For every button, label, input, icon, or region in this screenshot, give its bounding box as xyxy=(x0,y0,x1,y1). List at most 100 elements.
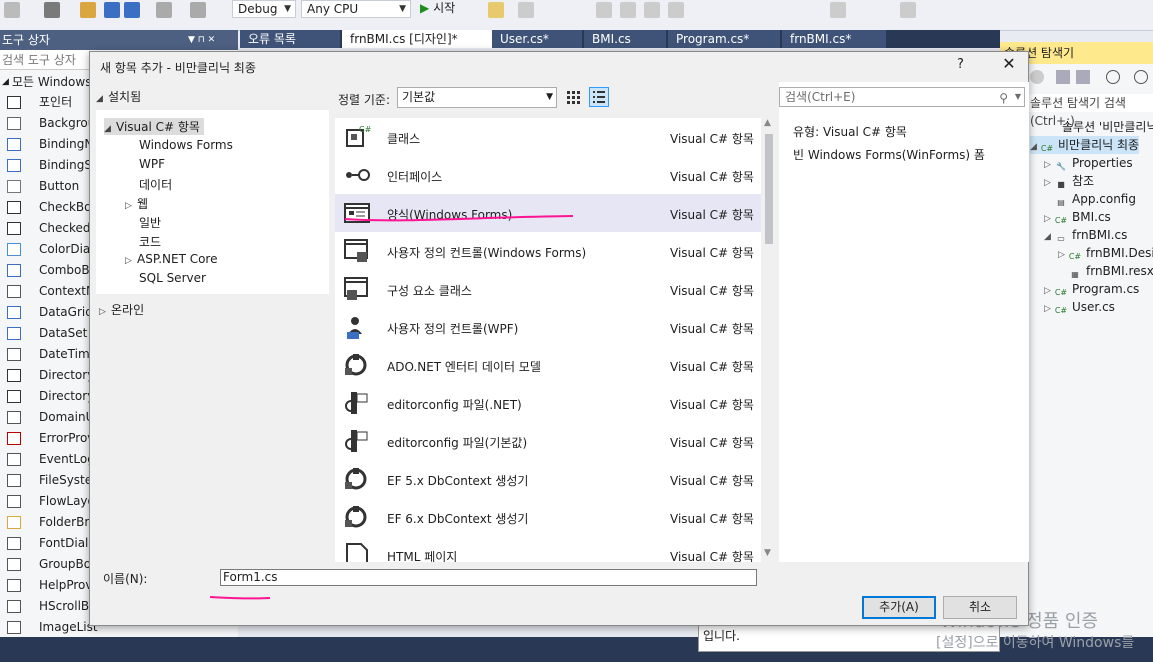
scroll-down-icon[interactable]: ▼ xyxy=(764,548,771,558)
template-type: 유형: Visual C# 항목 xyxy=(793,125,907,139)
scroll-up-icon[interactable]: ▲ xyxy=(764,118,771,128)
home-icon[interactable] xyxy=(518,2,534,18)
redo-icon[interactable] xyxy=(190,2,206,18)
tab-frnbmi-designer[interactable]: frnBMI.cs [디자인]* xyxy=(342,30,494,48)
control-icon xyxy=(7,411,21,424)
layout-icon[interactable] xyxy=(830,2,846,18)
tree-node-wpf[interactable]: WPF xyxy=(139,157,165,171)
template-row[interactable]: 구성 요소 클래스 Visual C# 항목 xyxy=(335,270,761,308)
cancel-button[interactable]: 취소 xyxy=(943,596,1017,619)
template-row[interactable]: HTML 페이지 Visual C# 항목 xyxy=(335,536,761,562)
csharp-file-icon: C# xyxy=(1054,306,1068,315)
template-row[interactable]: EF 5.x DbContext 생성기 Visual C# 항목 xyxy=(335,460,761,498)
expand-icon: ▷ xyxy=(99,307,106,317)
control-icon xyxy=(7,579,21,592)
align-center-icon[interactable] xyxy=(620,2,636,18)
template-row[interactable]: ADO.NET 엔터티 데이터 모델 Visual C# 항목 xyxy=(335,346,761,384)
template-search-input[interactable]: 검색(Ctrl+E) ⚲ ▼ xyxy=(779,87,1025,107)
help-button[interactable]: ? xyxy=(957,57,964,72)
solution-tree-item[interactable]: ▷ 🔧 Properties xyxy=(1044,154,1133,172)
template-row[interactable]: 인터페이스 Visual C# 항목 xyxy=(335,156,761,194)
solution-tree-item[interactable]: ▷C#frnBMI.Designer.cs xyxy=(1058,244,1153,262)
template-pane: 정렬 기준: 기본값 ▼ C# 클래스 Visual C# 항목 인터페이스 Visual… xyxy=(335,82,777,562)
align-top-icon[interactable] xyxy=(668,2,684,18)
solution-tree-item[interactable]: ◢ C# 비만클리닉 최종 xyxy=(1030,136,1140,156)
control-icon xyxy=(7,327,21,340)
home-icon[interactable] xyxy=(1056,70,1070,84)
platform-select[interactable]: Any CPU ▼ xyxy=(301,0,411,18)
tree-node-general[interactable]: 일반 xyxy=(139,214,161,231)
tab-frnbmi-cs[interactable]: frnBMI.cs* xyxy=(782,30,886,48)
tab-error-list[interactable]: 오류 목록 xyxy=(240,30,340,48)
switch-views-icon[interactable] xyxy=(1076,70,1090,84)
back-icon[interactable] xyxy=(4,2,20,18)
installed-node[interactable]: ◢ 설치됨 xyxy=(96,88,141,105)
sort-label: 정렬 기준: xyxy=(338,93,391,107)
online-node[interactable]: ▷ 온라인 xyxy=(99,301,144,318)
collapse-icon[interactable]: ◢ xyxy=(1030,138,1040,156)
template-row[interactable]: editorconfig 파일(.NET) Visual C# 항목 xyxy=(335,384,761,422)
solution-tree-item[interactable]: ▷ C# Program.cs xyxy=(1044,280,1139,298)
tree-node-code[interactable]: 코드 xyxy=(139,233,161,250)
tree-node-data[interactable]: 데이터 xyxy=(139,176,172,193)
template-category: Visual C# 항목 xyxy=(670,436,754,450)
ide-toolbar: Debug ▼ Any CPU ▼ ▶ 시작 xyxy=(0,0,1153,31)
open-folder-icon[interactable] xyxy=(80,2,96,18)
save-icon[interactable] xyxy=(104,2,120,18)
solution-tree-item[interactable]: 솔루션 '비만클리닉 최종 xyxy=(1034,118,1153,136)
template-row[interactable]: editorconfig 파일(기본값) Visual C# 항목 xyxy=(335,422,761,460)
new-project-icon[interactable] xyxy=(44,2,60,18)
editorconfig-icon xyxy=(343,428,371,454)
control-icon xyxy=(7,474,21,487)
tree-node-sql-server[interactable]: SQL Server xyxy=(139,271,206,285)
component-class-icon xyxy=(343,276,371,302)
scroll-thumb[interactable] xyxy=(765,134,773,244)
collapse-icon: ◢ xyxy=(96,94,103,104)
align-right-icon[interactable] xyxy=(644,2,660,18)
sort-select[interactable]: 기본값 ▼ xyxy=(397,87,557,108)
add-button[interactable]: 추가(A) xyxy=(862,596,936,619)
more-tools-icon[interactable] xyxy=(900,2,916,18)
template-row[interactable]: 사용자 정의 컨트롤(Windows Forms) Visual C# 항목 xyxy=(335,232,761,270)
dialog-title: 새 항목 추가 - 비만클리닉 최종 xyxy=(100,61,256,75)
solution-tree-item[interactable]: ▤ App.config xyxy=(1044,190,1136,208)
tab-bmi-cs[interactable]: BMI.cs xyxy=(584,30,666,48)
tree-node-web[interactable]: ▷ 웹 xyxy=(125,195,148,212)
back-icon[interactable] xyxy=(1030,70,1044,84)
name-input[interactable]: Form1.cs xyxy=(220,569,757,586)
save-all-icon[interactable] xyxy=(124,2,140,18)
tree-node-aspnet-core[interactable]: ▷ ASP.NET Core xyxy=(125,252,217,266)
configuration-select[interactable]: Debug ▼ xyxy=(232,0,296,18)
control-icon xyxy=(7,600,21,613)
tab-program-cs[interactable]: Program.cs* xyxy=(668,30,780,48)
expand-icon[interactable]: ▷ xyxy=(1044,300,1054,318)
solution-tree-item[interactable]: ▷ ■ 참조 xyxy=(1044,172,1094,190)
solution-tree-label: BMI.cs xyxy=(1072,210,1111,224)
list-view-icon[interactable] xyxy=(589,87,609,107)
grid-view-icon[interactable] xyxy=(565,89,583,107)
align-left-icon[interactable] xyxy=(596,2,612,18)
tab-user-cs[interactable]: User.cs* xyxy=(492,30,582,48)
solution-tree-item[interactable]: ▷ C# BMI.cs xyxy=(1044,208,1111,226)
tree-node-windows-forms[interactable]: Windows Forms xyxy=(139,138,233,152)
refresh-icon[interactable] xyxy=(1134,70,1148,84)
editorconfig-icon xyxy=(343,390,371,416)
solution-tree-item[interactable]: ◢ ▭ frnBMI.cs xyxy=(1044,226,1127,244)
control-icon xyxy=(7,558,21,571)
template-category: Visual C# 항목 xyxy=(670,550,754,562)
solution-tree-item[interactable]: ▷ C# User.cs xyxy=(1044,298,1115,316)
solution-tree-item[interactable]: ▦ frnBMI.resx xyxy=(1058,262,1153,280)
start-button[interactable]: ▶ 시작 xyxy=(420,0,455,18)
template-list-scrollbar[interactable]: ▲ ▼ xyxy=(761,118,777,562)
template-row[interactable]: EF 6.x DbContext 생성기 Visual C# 항목 xyxy=(335,498,761,536)
history-icon[interactable] xyxy=(1106,70,1120,84)
find-icon[interactable] xyxy=(488,2,504,18)
template-row[interactable]: 사용자 정의 컨트롤(WPF) Visual C# 항목 xyxy=(335,308,761,346)
tree-node-visual-csharp[interactable]: ◢ Visual C# 항목 xyxy=(104,118,204,135)
template-row[interactable]: C# 클래스 Visual C# 항목 xyxy=(335,118,761,156)
close-button[interactable]: ✕ xyxy=(998,54,1020,73)
undo-icon[interactable] xyxy=(156,2,172,18)
collapse-icon[interactable]: ◢ xyxy=(1044,228,1054,246)
template-row[interactable]: 양식(Windows Forms) Visual C# 항목 xyxy=(335,194,761,232)
pin-icon[interactable]: ▼ ⊓ ✕ xyxy=(188,30,215,50)
